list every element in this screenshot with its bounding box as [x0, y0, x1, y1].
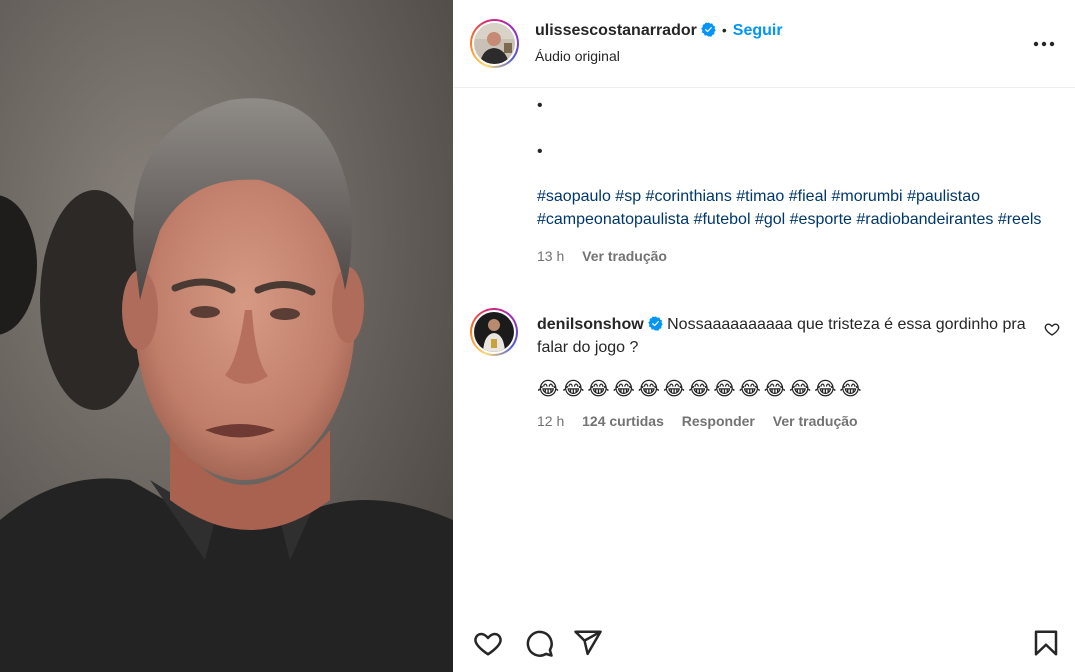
hashtag-link[interactable]: #esporte	[790, 211, 852, 228]
commenter-username[interactable]: denilsonshow	[537, 316, 644, 333]
header-separator: •	[721, 22, 727, 38]
hashtag-link[interactable]: #futebol	[694, 211, 751, 228]
commenter-avatar[interactable]	[470, 308, 518, 356]
hashtag-link[interactable]: #corinthians	[646, 188, 732, 205]
hashtag-link[interactable]: #paulistao	[907, 188, 980, 205]
author-username[interactable]: ulissescostanarrador	[535, 22, 697, 39]
comment-meta: 12 h 124 curtidas Responder Ver tradução	[537, 413, 872, 429]
video-frame-illustration	[0, 0, 453, 672]
heart-outline-icon[interactable]	[1044, 321, 1060, 337]
hashtag-link[interactable]: #gol	[755, 211, 785, 228]
comment-likes-count[interactable]: 124 curtidas	[582, 413, 664, 429]
follow-button[interactable]: Seguir	[733, 22, 783, 39]
original-audio-link[interactable]: Áudio original	[535, 48, 620, 64]
comment-translate-button[interactable]: Ver tradução	[773, 413, 858, 429]
hashtag-link[interactable]: #timao	[736, 188, 784, 205]
caption-bullet: •	[537, 97, 543, 114]
comment-text-block: denilsonshow Nossaaaaaaaaaa que tristeza…	[537, 313, 1037, 359]
post-caption: • • #saopaulo #sp #corinthians #timao #f…	[537, 95, 1047, 268]
header-username-row: ulissescostanarrador • Seguir	[535, 22, 783, 40]
hashtag-link[interactable]: #campeonatopaulista	[537, 211, 689, 228]
more-options-icon[interactable]	[1033, 36, 1055, 52]
verified-badge-icon	[701, 22, 716, 37]
comment-icon[interactable]	[524, 628, 554, 658]
share-icon[interactable]	[573, 628, 603, 658]
commenter-avatar-image	[474, 312, 514, 352]
comment-timestamp[interactable]: 12 h	[537, 413, 564, 429]
caption-translate-button[interactable]: Ver tradução	[582, 248, 667, 264]
bookmark-icon[interactable]	[1031, 628, 1061, 658]
hashtag-link[interactable]: #sp	[615, 188, 641, 205]
post-details-panel: ulissescostanarrador • Seguir Áudio origin…	[453, 0, 1075, 672]
author-avatar[interactable]	[470, 19, 519, 68]
author-avatar-image	[474, 23, 515, 64]
caption-hashtags: #saopaulo #sp #corinthians #timao #fieal…	[537, 186, 1047, 231]
reply-button[interactable]: Responder	[682, 413, 755, 429]
caption-bullet: •	[537, 142, 543, 160]
hashtag-link[interactable]: #fieal	[789, 188, 827, 205]
hashtag-link[interactable]: #radiobandeirantes	[856, 211, 993, 228]
caption-timestamp[interactable]: 13 h	[537, 248, 564, 264]
reel-video[interactable]	[0, 0, 453, 672]
comment-emoji-line: 😂😂😂😂😂😂😂😂😂😂😂😂😂	[537, 379, 865, 400]
heart-icon[interactable]	[473, 628, 503, 658]
hashtag-link[interactable]: #saopaulo	[537, 188, 611, 205]
hashtag-link[interactable]: #reels	[998, 211, 1042, 228]
hashtag-link[interactable]: #morumbi	[831, 188, 902, 205]
verified-badge-icon	[647, 316, 663, 331]
post-action-bar	[453, 624, 1075, 664]
post-header: ulissescostanarrador • Seguir Áudio origin…	[453, 0, 1075, 88]
caption-meta: 13 h Ver tradução	[537, 245, 1047, 268]
